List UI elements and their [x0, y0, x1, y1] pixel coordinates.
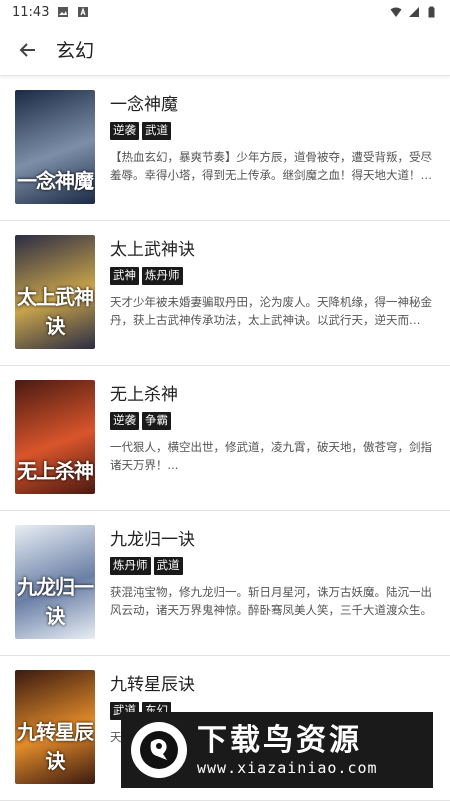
- app-bar: 玄幻: [0, 24, 450, 76]
- book-description: 一代狠人，横空出世，修武道，凌九霄，破天地，傲苍穹，剑指诸天万界！...: [110, 440, 432, 472]
- watermark-title: 下载鸟资源: [197, 723, 362, 758]
- book-list: 一念神魔 一念神魔 逆袭 武道 【热血玄幻，暴爽节奏】少年方辰，道骨被夺，遭受背叛，受尽…: [0, 76, 450, 801]
- book-tag: 武道: [153, 557, 183, 575]
- book-info: 无上杀神逆袭 争霸一代狠人，横空出世，修武道，凌九霄，破天地，傲苍穹，剑指诸天万界…: [110, 380, 435, 510]
- book-title[interactable]: 无上杀神: [110, 384, 435, 406]
- status-time: 11:43: [12, 4, 50, 20]
- watermark-banner: 下载鸟资源 www.xiazainiao.com: [121, 712, 433, 788]
- book-title[interactable]: 一念神魔: [110, 94, 435, 116]
- bird-logo-icon: [131, 722, 187, 778]
- book-list-item[interactable]: 无上杀神 无上杀神 逆袭 争霸 一代狠人，横空出世，修武道，凌九霄，破天地，傲苍穹，剑指…: [0, 366, 450, 511]
- book-tag: 逆袭: [110, 122, 139, 140]
- book-tag: 逆袭: [110, 412, 139, 430]
- cover-title-art: 九转星辰诀: [17, 720, 94, 773]
- book-tag: 武道: [142, 122, 171, 140]
- arrow-left-icon: [19, 42, 35, 57]
- book-tag: 炼丹师: [142, 267, 183, 285]
- book-tags: 炼丹师 武道: [110, 557, 435, 575]
- book-cover[interactable]: 无上杀神: [15, 380, 95, 494]
- book-description: 【热血玄幻，暴爽节奏】少年方辰，道骨被夺，遭受背叛，受尽羞辱。幸得小塔，得到无上…: [110, 150, 432, 182]
- watermark-url: www.xiazainiao.com: [197, 759, 378, 777]
- book-list-item[interactable]: 九龙归一诀 九龙归一诀 炼丹师 武道 获混沌宝物，修九龙归一。斩日月星河，诛万古妖魔。陆…: [0, 511, 450, 656]
- book-title[interactable]: 九龙归一诀: [110, 529, 435, 551]
- book-tags: 逆袭 争霸: [110, 412, 435, 430]
- book-tag: 争霸: [142, 412, 171, 430]
- page-title: 玄幻: [56, 40, 95, 62]
- cover-title-art: 九龙归一诀: [17, 575, 94, 628]
- book-list-item[interactable]: 一念神魔 一念神魔 逆袭 武道 【热血玄幻，暴爽节奏】少年方辰，道骨被夺，遭受背叛，受尽…: [0, 76, 450, 221]
- signal-icon: [409, 7, 419, 17]
- book-cover[interactable]: 太上武神诀: [15, 235, 95, 349]
- book-tag: 炼丹师: [110, 557, 151, 575]
- cover-title-art: 太上武神诀: [17, 285, 94, 338]
- cover-title-art: 无上杀神: [17, 459, 94, 483]
- book-list-item[interactable]: 太上武神诀 太上武神诀 武神 炼丹师 天才少年被未婚妻骗取丹田，沦为废人。天降机缘，得一…: [0, 221, 450, 366]
- book-title[interactable]: 九转星辰诀: [110, 674, 435, 696]
- book-info: 太上武神诀武神 炼丹师天才少年被未婚妻骗取丹田，沦为废人。天降机缘，得一神秘金丹，…: [110, 235, 435, 365]
- battery-icon: [428, 6, 435, 18]
- book-info: 一念神魔逆袭 武道【热血玄幻，暴爽节奏】少年方辰，道骨被夺，遭受背叛，受尽羞辱。幸…: [110, 90, 435, 220]
- book-description: 获混沌宝物，修九龙归一。斩日月星河，诛万古妖魔。陆沉一出风云动，诸天万界鬼神惊。…: [110, 585, 432, 617]
- image-icon: [58, 7, 69, 17]
- book-cover[interactable]: 九转星辰诀: [15, 670, 95, 784]
- book-tags: 逆袭 武道: [110, 122, 435, 140]
- book-description: 天才少年被未婚妻骗取丹田，沦为废人。天降机缘，得一神秘金丹，获上古武神传承功法，…: [110, 295, 432, 327]
- back-button[interactable]: [12, 34, 44, 66]
- book-tag: 武神: [110, 267, 139, 285]
- book-tags: 武神 炼丹师: [110, 267, 435, 285]
- book-title[interactable]: 太上武神诀: [110, 239, 435, 261]
- book-cover[interactable]: 一念神魔: [15, 90, 95, 204]
- status-bar: 11:43: [0, 0, 450, 24]
- a-icon: [78, 7, 89, 17]
- book-info: 九龙归一诀炼丹师 武道获混沌宝物，修九龙归一。斩日月星河，诛万古妖魔。陆沉一出风云…: [110, 525, 435, 655]
- cover-title-art: 一念神魔: [17, 169, 94, 193]
- wifi-icon: [390, 7, 402, 17]
- book-cover[interactable]: 九龙归一诀: [15, 525, 95, 639]
